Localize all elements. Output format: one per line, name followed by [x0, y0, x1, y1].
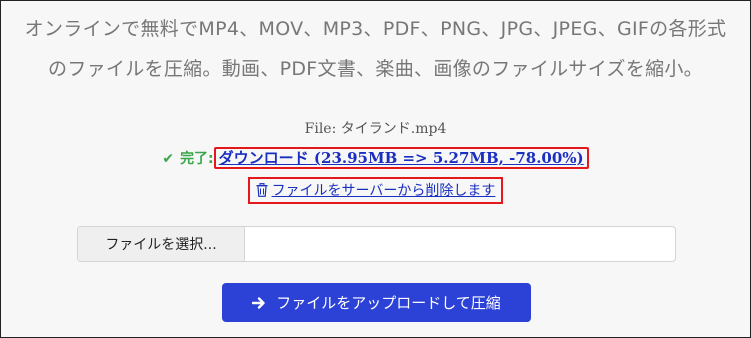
selected-file-name[interactable] — [245, 227, 675, 261]
description-line-1: オンラインで無料でMP4、MOV、MP3、PDF、PNG、JPG、JPEG、GI… — [24, 18, 727, 40]
file-name-label: File: タイランド.mp4 — [304, 121, 447, 137]
file-input[interactable]: ファイルを選択... — [77, 226, 676, 262]
description-line-2: のファイルを圧縮。動画、PDF文書、楽曲、画像のファイルサイズを縮小。 — [48, 58, 703, 80]
page-description: オンラインで無料でMP4、MOV、MP3、PDF、PNG、JPG、JPEG、GI… — [1, 9, 750, 89]
result-line: ✔ 完了: ダウンロード (23.95MB => 5.27MB, -78.00%) — [1, 147, 750, 169]
upload-compress-button[interactable]: ファイルをアップロードして圧縮 — [222, 283, 531, 322]
arrow-right-icon — [252, 296, 266, 310]
choose-file-button[interactable]: ファイルを選択... — [78, 227, 245, 261]
download-stats: (23.95MB => 5.27MB, -78.00%) — [313, 149, 584, 167]
status-label: 完了: — [180, 151, 214, 167]
upload-compress-label: ファイルをアップロードして圧縮 — [276, 294, 501, 312]
check-icon: ✔ — [162, 151, 175, 167]
download-link[interactable]: ダウンロード (23.95MB => 5.27MB, -78.00%) — [213, 147, 589, 169]
download-label: ダウンロード — [218, 149, 309, 167]
trash-icon — [256, 182, 268, 201]
delete-line: ファイルをサーバーから削除します — [1, 177, 750, 204]
delete-label: ファイルをサーバーから削除します — [271, 183, 496, 199]
delete-from-server-link[interactable]: ファイルをサーバーから削除します — [247, 177, 504, 204]
